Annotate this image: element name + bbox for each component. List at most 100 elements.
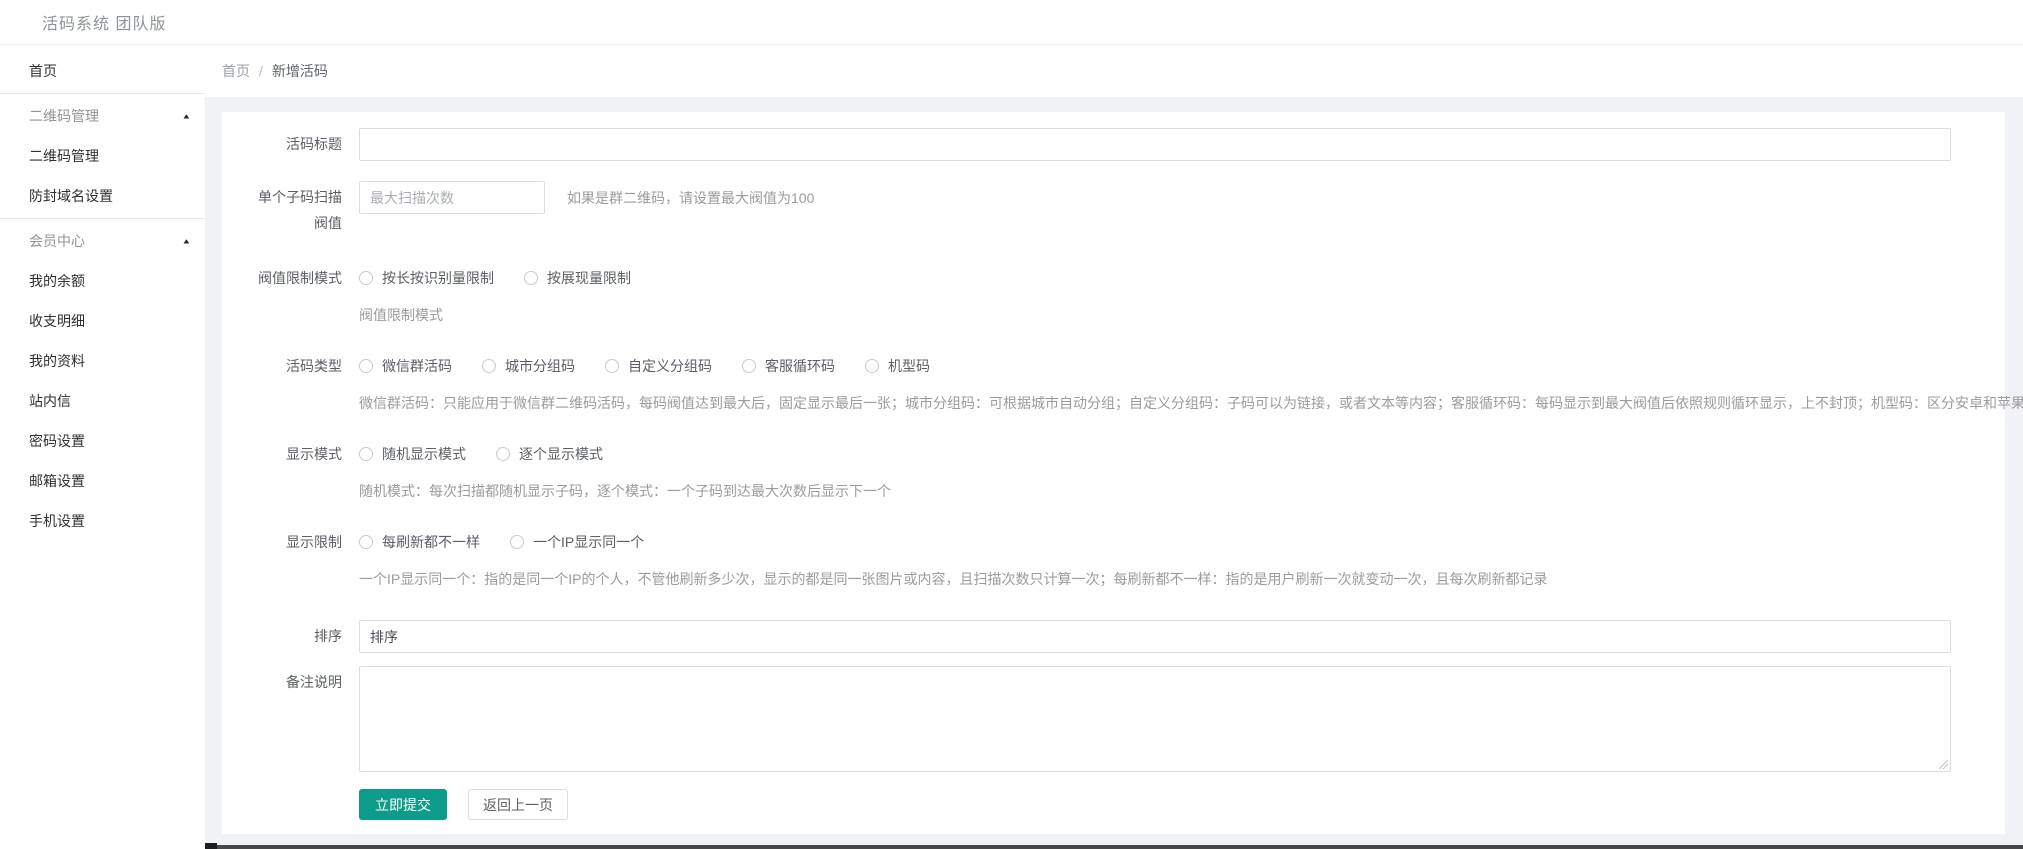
sidebar-item-email-settings[interactable]: 邮箱设置	[0, 461, 205, 501]
radio-icon	[359, 447, 373, 461]
field-display-mode: 显示模式 随机显示模式 逐个显示模式随机模式：每次扫描都随机显示子码，逐个模式：一个…	[246, 444, 1981, 501]
radio-option-label: 自定义分组码	[628, 356, 712, 376]
field-label: 单个子码扫描阀值	[246, 181, 342, 236]
sidebar-item-qrcode-management-group[interactable]: 二维码管理▲	[0, 96, 205, 136]
radio-option-label: 城市分组码	[505, 356, 575, 376]
field-control	[359, 620, 1951, 653]
field-sort: 排序	[246, 620, 1981, 653]
sidebar: 首页二维码管理▲二维码管理防封域名设置会员中心▲我的余额收支明细我的资料站内信密…	[0, 45, 205, 848]
resize-handle[interactable]	[1937, 758, 1948, 769]
field-help-text: 一个IP显示同一个：指的是同一个IP的个人，不管他刷新多少次，显示的都是同一张图…	[359, 569, 1951, 589]
field-control: 随机显示模式 逐个显示模式随机模式：每次扫描都随机显示子码，逐个模式：一个子码到达…	[359, 444, 1951, 501]
field-live-code-type: 活码类型 微信群活码 城市分组码 自定义分组码 客服循环码 机型码微信群活码：只能应用于微…	[246, 356, 1981, 413]
sidebar-item-anti-block-domain-settings[interactable]: 防封域名设置	[0, 176, 205, 216]
submit-button[interactable]: 立即提交	[359, 789, 447, 820]
radio-option-按展现量限制[interactable]: 按展现量限制	[524, 268, 631, 288]
radio-option-随机显示模式[interactable]: 随机显示模式	[359, 444, 466, 464]
sidebar-item-label: 我的余额	[29, 261, 85, 301]
field-label: 显示限制	[246, 532, 342, 552]
sidebar-item-label: 收支明细	[29, 301, 85, 341]
sidebar-item-label: 二维码管理	[29, 136, 99, 176]
sidebar-item-label: 手机设置	[29, 501, 85, 541]
top-bar: 活码系统 团队版	[0, 0, 2023, 45]
sidebar-item-label: 会员中心	[29, 221, 85, 261]
radio-option-label: 随机显示模式	[382, 444, 466, 464]
sidebar-item-qrcode-management[interactable]: 二维码管理	[0, 136, 205, 176]
sidebar-item-password-settings[interactable]: 密码设置	[0, 421, 205, 461]
live-code-title-input[interactable]	[359, 128, 1951, 161]
radio-option-每刷新都不一样[interactable]: 每刷新都不一样	[359, 532, 480, 552]
field-help-text: 随机模式：每次扫描都随机显示子码，逐个模式：一个子码到达最大次数后显示下一个	[359, 481, 1951, 501]
sidebar-item-member-center-group[interactable]: 会员中心▲	[0, 221, 205, 261]
field-help-text: 如果是群二维码，请设置最大阀值为100	[567, 188, 814, 208]
radio-icon	[510, 535, 524, 549]
radio-option-城市分组码[interactable]: 城市分组码	[482, 356, 575, 376]
radio-option-按长按识别量限制[interactable]: 按长按识别量限制	[359, 268, 494, 288]
field-help-text: 阀值限制模式	[359, 305, 1951, 325]
sidebar-item-home[interactable]: 首页	[0, 51, 205, 91]
radio-option-客服循环码[interactable]: 客服循环码	[742, 356, 835, 376]
radio-option-label: 每刷新都不一样	[382, 532, 480, 552]
sidebar-item-label: 我的资料	[29, 341, 85, 381]
sort-input[interactable]	[359, 620, 1951, 653]
radio-option-微信群活码[interactable]: 微信群活码	[359, 356, 452, 376]
field-control	[359, 666, 1951, 772]
sidebar-item-phone-settings[interactable]: 手机设置	[0, 501, 205, 541]
form-card: 活码标题单个子码扫描阀值如果是群二维码，请设置最大阀值为100阀值限制模式按长按…	[222, 112, 2005, 834]
sidebar-divider	[0, 218, 205, 219]
field-remark: 备注说明	[246, 666, 1981, 772]
sidebar-item-my-balance[interactable]: 我的余额	[0, 261, 205, 301]
field-control: 微信群活码 城市分组码 自定义分组码 客服循环码 机型码微信群活码：只能应用于微信群二维…	[359, 356, 1951, 413]
field-label: 阀值限制模式	[246, 268, 342, 288]
field-label: 活码标题	[246, 128, 342, 160]
field-scan-threshold: 单个子码扫描阀值 如果是群二维码，请设置最大阀值为100	[246, 181, 1981, 236]
radio-option-label: 按长按识别量限制	[382, 268, 494, 288]
form: 活码标题单个子码扫描阀值如果是群二维码，请设置最大阀值为100阀值限制模式按长按…	[246, 128, 1981, 772]
radio-option-逐个显示模式[interactable]: 逐个显示模式	[496, 444, 603, 464]
sidebar-item-site-message[interactable]: 站内信	[0, 381, 205, 421]
breadcrumb-separator: /	[259, 63, 263, 79]
field-label: 备注说明	[246, 666, 342, 698]
sidebar-item-label: 防封域名设置	[29, 176, 113, 216]
radio-icon	[742, 359, 756, 373]
sidebar-item-label: 邮箱设置	[29, 461, 85, 501]
window-bottom-edge	[205, 845, 2023, 849]
app-logo: 活码系统 团队版	[42, 10, 166, 34]
content-area: 活码标题单个子码扫描阀值如果是群二维码，请设置最大阀值为100阀值限制模式按长按…	[205, 97, 2023, 848]
field-live-code-title: 活码标题	[246, 128, 1981, 161]
radio-option-机型码[interactable]: 机型码	[865, 356, 930, 376]
radio-icon	[865, 359, 879, 373]
main-area: 首页 / 新增活码 活码标题单个子码扫描阀值 如果是群二维码，请设置最大阀值为10…	[205, 45, 2023, 848]
radio-icon	[482, 359, 496, 373]
sidebar-item-label: 站内信	[29, 381, 71, 421]
scan-threshold-input[interactable]	[359, 181, 545, 214]
field-label: 活码类型	[246, 356, 342, 376]
field-threshold-limit-mode: 阀值限制模式按长按识别量限制按展现量限制阀值限制模式	[246, 268, 1981, 325]
radio-option-label: 按展现量限制	[547, 268, 631, 288]
radio-icon	[359, 359, 373, 373]
form-actions: 立即提交 返回上一页	[359, 789, 1981, 820]
field-control: 每刷新都不一样 一个IP显示同一个一个IP显示同一个：指的是同一个IP的个人，不管…	[359, 532, 1951, 589]
sidebar-item-label: 密码设置	[29, 421, 85, 461]
radio-option-label: 微信群活码	[382, 356, 452, 376]
radio-option-一个IP显示同一个[interactable]: 一个IP显示同一个	[510, 532, 644, 552]
sidebar-item-income-expense-details[interactable]: 收支明细	[0, 301, 205, 341]
radio-icon	[359, 271, 373, 285]
field-label: 显示模式	[246, 444, 342, 464]
sidebar-item-label: 首页	[29, 51, 57, 91]
radio-option-label: 机型码	[888, 356, 930, 376]
radio-option-label: 一个IP显示同一个	[533, 532, 644, 552]
field-control: 按长按识别量限制 按展现量限制阀值限制模式	[359, 268, 1951, 325]
back-button[interactable]: 返回上一页	[468, 789, 568, 820]
sidebar-menu: 首页二维码管理▲二维码管理防封域名设置会员中心▲我的余额收支明细我的资料站内信密…	[0, 51, 205, 541]
sidebar-divider	[0, 93, 205, 94]
radio-option-自定义分组码[interactable]: 自定义分组码	[605, 356, 712, 376]
remark-textarea[interactable]	[359, 666, 1951, 772]
radio-option-label: 客服循环码	[765, 356, 835, 376]
breadcrumb: 首页 / 新增活码	[205, 45, 2023, 97]
sidebar-item-label: 二维码管理	[29, 96, 99, 136]
field-help-text: 微信群活码：只能应用于微信群二维码活码，每码阀值达到最大后，固定显示最后一张；城…	[359, 393, 1951, 413]
field-control: 如果是群二维码，请设置最大阀值为100	[359, 181, 1951, 214]
breadcrumb-home-link[interactable]: 首页	[222, 61, 250, 81]
sidebar-item-my-profile[interactable]: 我的资料	[0, 341, 205, 381]
